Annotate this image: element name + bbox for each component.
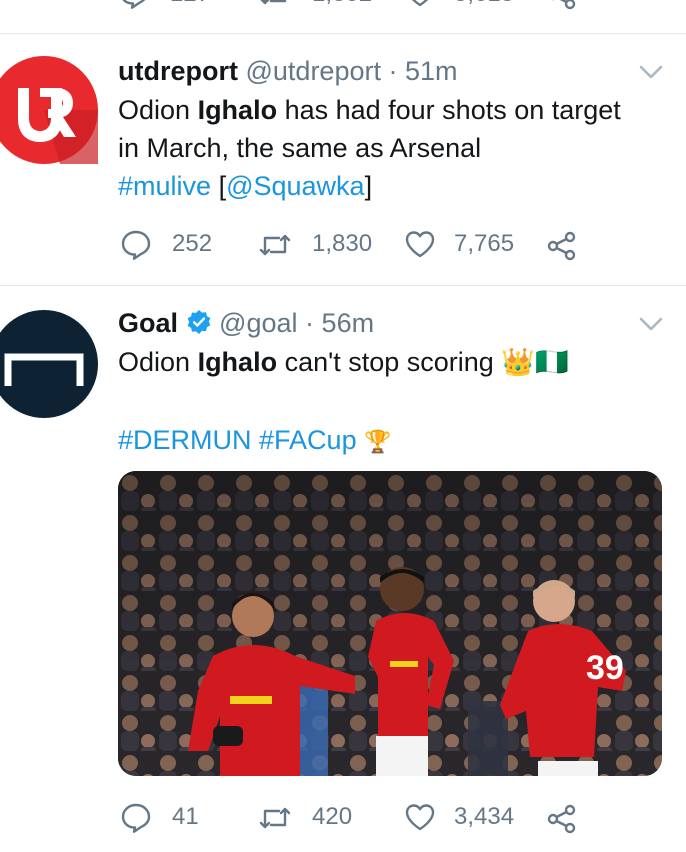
- separator: ·: [305, 308, 315, 338]
- retweet-icon[interactable]: [258, 802, 292, 834]
- display-name[interactable]: Goal: [118, 308, 178, 338]
- like-icon[interactable]: [404, 802, 436, 832]
- handle[interactable]: @utdreport: [246, 56, 381, 86]
- tweet-divider: [0, 285, 686, 286]
- retweet-count: 420: [312, 803, 353, 830]
- handle[interactable]: @goal: [219, 308, 297, 338]
- bracket: [: [218, 171, 227, 201]
- hashtag-link[interactable]: #mulive: [118, 171, 211, 201]
- retweet-icon[interactable]: [258, 0, 292, 10]
- hashtag-link[interactable]: #DERMUN: [118, 425, 252, 455]
- reply-count: 41: [172, 803, 199, 830]
- reply-icon[interactable]: [120, 802, 152, 834]
- tweet-photo[interactable]: 39: [118, 471, 662, 776]
- chevron-down-icon[interactable]: [638, 64, 664, 80]
- bold-name: Ighalo: [197, 347, 278, 377]
- text-part: Odion: [118, 95, 198, 125]
- like-count: 3,434: [454, 803, 515, 830]
- bold-name: Ighalo: [197, 95, 278, 125]
- tweet-text: Odion Ighalo can't stop scoring 👑🇳🇬: [118, 343, 638, 381]
- verified-badge-icon: [187, 310, 210, 334]
- share-icon[interactable]: [544, 0, 578, 12]
- tweet-header: utdreport @utdreport · 51m: [118, 54, 458, 88]
- text-part: can't stop scoring: [277, 347, 494, 377]
- display-name[interactable]: utdreport: [118, 56, 238, 86]
- timestamp[interactable]: 56m: [322, 308, 375, 338]
- svg-text:39: 39: [586, 649, 624, 687]
- retweet-icon[interactable]: [258, 229, 292, 261]
- like-count: 5,615: [454, 0, 514, 8]
- reply-count: 127: [170, 0, 210, 8]
- like-icon[interactable]: [404, 0, 436, 8]
- text-part: Odion: [118, 347, 198, 377]
- like-icon[interactable]: [404, 229, 436, 259]
- tweet-hashtags: #DERMUN #FACup 🏆: [118, 421, 638, 461]
- reply-icon[interactable]: [118, 0, 150, 10]
- chevron-down-icon[interactable]: [638, 316, 664, 332]
- tweet-actions: 41 420 3,434: [118, 802, 598, 836]
- prev-tweet-actions: 127 1,802 5,615: [118, 0, 598, 12]
- hashtag-link[interactable]: #FACup: [259, 425, 357, 455]
- reply-icon[interactable]: [120, 229, 152, 261]
- tweet-text: Odion Ighalo has had four shots on targe…: [118, 91, 638, 205]
- retweet-count: 1,830: [312, 230, 373, 257]
- share-icon[interactable]: [544, 229, 578, 263]
- like-count: 7,765: [454, 230, 515, 257]
- bracket: ]: [364, 171, 373, 201]
- separator: ·: [388, 56, 398, 86]
- timestamp[interactable]: 51m: [405, 56, 458, 86]
- tweet-divider: [0, 33, 686, 34]
- emoji: 👑🇳🇬: [501, 347, 569, 377]
- tweet-actions: 252 1,830 7,765: [118, 229, 598, 263]
- goal-logo-icon[interactable]: [0, 310, 98, 418]
- share-icon[interactable]: [544, 802, 578, 836]
- trophy-emoji: 🏆: [364, 429, 392, 454]
- football-celebration-image: 39: [118, 471, 662, 776]
- utdreport-logo-icon[interactable]: [0, 56, 98, 164]
- mention-link[interactable]: @Squawka: [226, 171, 364, 201]
- reply-count: 252: [172, 230, 213, 257]
- retweet-count: 1,802: [312, 0, 372, 8]
- tweet-header: Goal @goal · 56m: [118, 306, 374, 340]
